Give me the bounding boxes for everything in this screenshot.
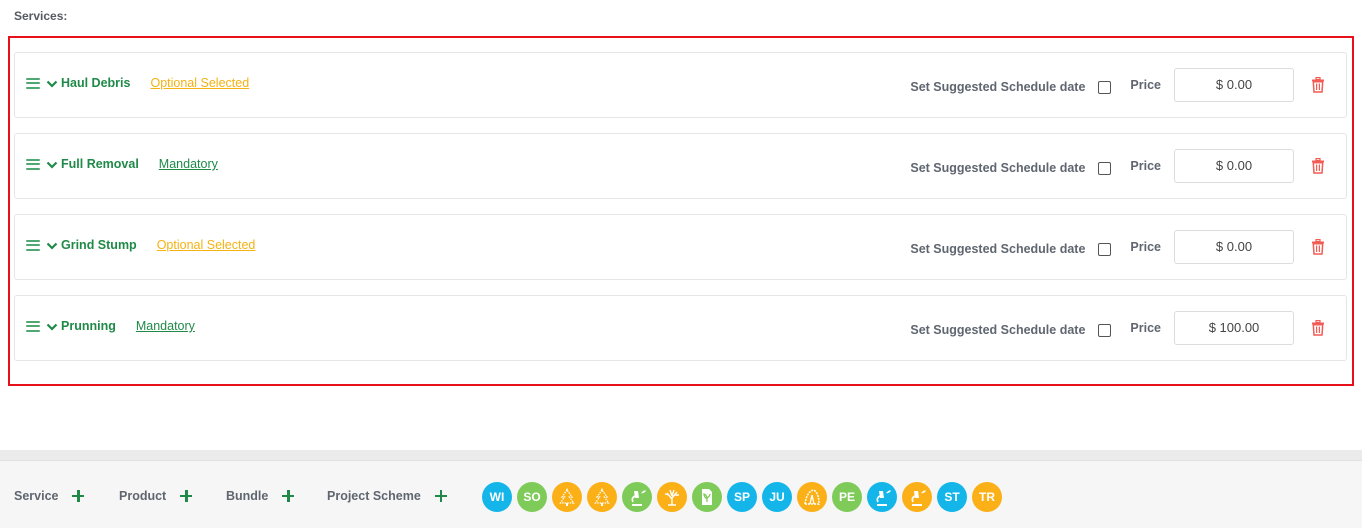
plus-icon (180, 489, 193, 502)
price-input[interactable]: $ 0.00 (1174, 230, 1294, 264)
add-project-scheme-button[interactable]: Project Scheme (327, 461, 447, 528)
xmas-tree-icon (557, 487, 577, 507)
trash-icon[interactable] (1311, 238, 1325, 255)
schedule-date-checkbox[interactable] (1098, 323, 1112, 337)
schedule-date-label: Set Suggested Schedule date (910, 241, 1086, 256)
service-header: Prunning Mandatory (26, 296, 195, 360)
microscope-icon (907, 487, 927, 507)
services-section-title: Services: (14, 9, 68, 23)
service-row: Full Removal Mandatory Set Suggested Sched… (14, 133, 1347, 199)
price-label: Price (1130, 240, 1161, 254)
chevron-down-icon[interactable] (46, 158, 58, 170)
trash-icon[interactable] (1311, 319, 1325, 336)
service-row: Grind Stump Optional Selected Set Suggeste… (14, 214, 1347, 280)
season-badge-microscope-icon[interactable] (902, 482, 932, 512)
drag-handle-icon[interactable] (26, 77, 40, 89)
service-row: Prunning Mandatory Set Suggested Schedule … (14, 295, 1347, 361)
season-badge-microscope-icon[interactable] (622, 482, 652, 512)
season-badge[interactable]: ST (937, 482, 967, 512)
shrub-icon (802, 487, 822, 507)
season-badge-xmas-tree-icon[interactable] (587, 482, 617, 512)
add-toolbar: Service Product Bundle Project Scheme WI… (0, 460, 1362, 528)
price-label: Price (1130, 159, 1161, 173)
schedule-date-checkbox[interactable] (1098, 80, 1112, 94)
service-status-link[interactable]: Mandatory (136, 319, 195, 333)
season-badge[interactable]: JU (762, 482, 792, 512)
add-bundle-label: Bundle (226, 488, 269, 503)
add-product-button[interactable]: Product (119, 461, 193, 528)
schedule-date-label: Set Suggested Schedule date (910, 79, 1086, 94)
trash-icon[interactable] (1311, 157, 1325, 174)
season-badge[interactable]: TR (972, 482, 1002, 512)
tree-icon (662, 487, 682, 507)
schedule-date-label: Set Suggested Schedule date (910, 160, 1086, 175)
add-product-label: Product (119, 488, 167, 503)
chevron-down-icon[interactable] (46, 239, 58, 251)
service-controls: Set Suggested Schedule date Price $ 0.00 (910, 215, 1346, 279)
add-bundle-button[interactable]: Bundle (226, 461, 295, 528)
chevron-down-icon[interactable] (46, 77, 58, 89)
service-header: Haul Debris Optional Selected (26, 53, 249, 117)
xmas-tree-icon (592, 487, 612, 507)
season-badge[interactable]: SO (517, 482, 547, 512)
service-header: Grind Stump Optional Selected (26, 215, 255, 279)
schedule-date-checkbox[interactable] (1098, 161, 1112, 175)
service-controls: Set Suggested Schedule date Price $ 0.00 (910, 134, 1346, 198)
season-badge[interactable]: PE (832, 482, 862, 512)
season-badge-shrub-icon[interactable] (797, 482, 827, 512)
schedule-date-label: Set Suggested Schedule date (910, 322, 1086, 337)
service-controls: Set Suggested Schedule date Price $ 100.00 (910, 296, 1346, 360)
season-badge-tree-icon[interactable] (657, 482, 687, 512)
document-leaf-icon (697, 487, 717, 507)
season-badge-microscope-icon[interactable] (867, 482, 897, 512)
service-name: Grind Stump (61, 238, 137, 252)
price-input[interactable]: $ 0.00 (1174, 149, 1294, 183)
season-badge[interactable]: SP (727, 482, 757, 512)
plus-icon (282, 489, 295, 502)
season-badges: WI SO SP JU PE ST TR (482, 482, 1007, 512)
service-name: Full Removal (61, 157, 139, 171)
divider (0, 450, 1362, 460)
season-badge-document-leaf-icon[interactable] (692, 482, 722, 512)
microscope-icon (872, 487, 892, 507)
drag-handle-icon[interactable] (26, 320, 40, 332)
add-service-label: Service (14, 488, 59, 503)
drag-handle-icon[interactable] (26, 158, 40, 170)
price-label: Price (1130, 78, 1161, 92)
price-label: Price (1130, 321, 1161, 335)
drag-handle-icon[interactable] (26, 239, 40, 251)
service-status-link[interactable]: Optional Selected (150, 76, 249, 90)
service-name: Haul Debris (61, 76, 131, 90)
service-status-link[interactable]: Mandatory (159, 157, 218, 171)
season-badge[interactable]: WI (482, 482, 512, 512)
trash-icon[interactable] (1311, 76, 1325, 93)
price-input[interactable]: $ 100.00 (1174, 311, 1294, 345)
add-project-scheme-label: Project Scheme (327, 488, 421, 503)
service-row: Haul Debris Optional Selected Set Suggeste… (14, 52, 1347, 118)
add-service-button[interactable]: Service (14, 461, 85, 528)
microscope-icon (627, 487, 647, 507)
service-name: Prunning (61, 319, 116, 333)
price-input[interactable]: $ 0.00 (1174, 68, 1294, 102)
service-header: Full Removal Mandatory (26, 134, 218, 198)
plus-icon (72, 489, 85, 502)
schedule-date-checkbox[interactable] (1098, 242, 1112, 256)
chevron-down-icon[interactable] (46, 320, 58, 332)
plus-icon (434, 489, 447, 502)
service-controls: Set Suggested Schedule date Price $ 0.00 (910, 53, 1346, 117)
season-badge-xmas-tree-icon[interactable] (552, 482, 582, 512)
service-status-link[interactable]: Optional Selected (157, 238, 256, 252)
